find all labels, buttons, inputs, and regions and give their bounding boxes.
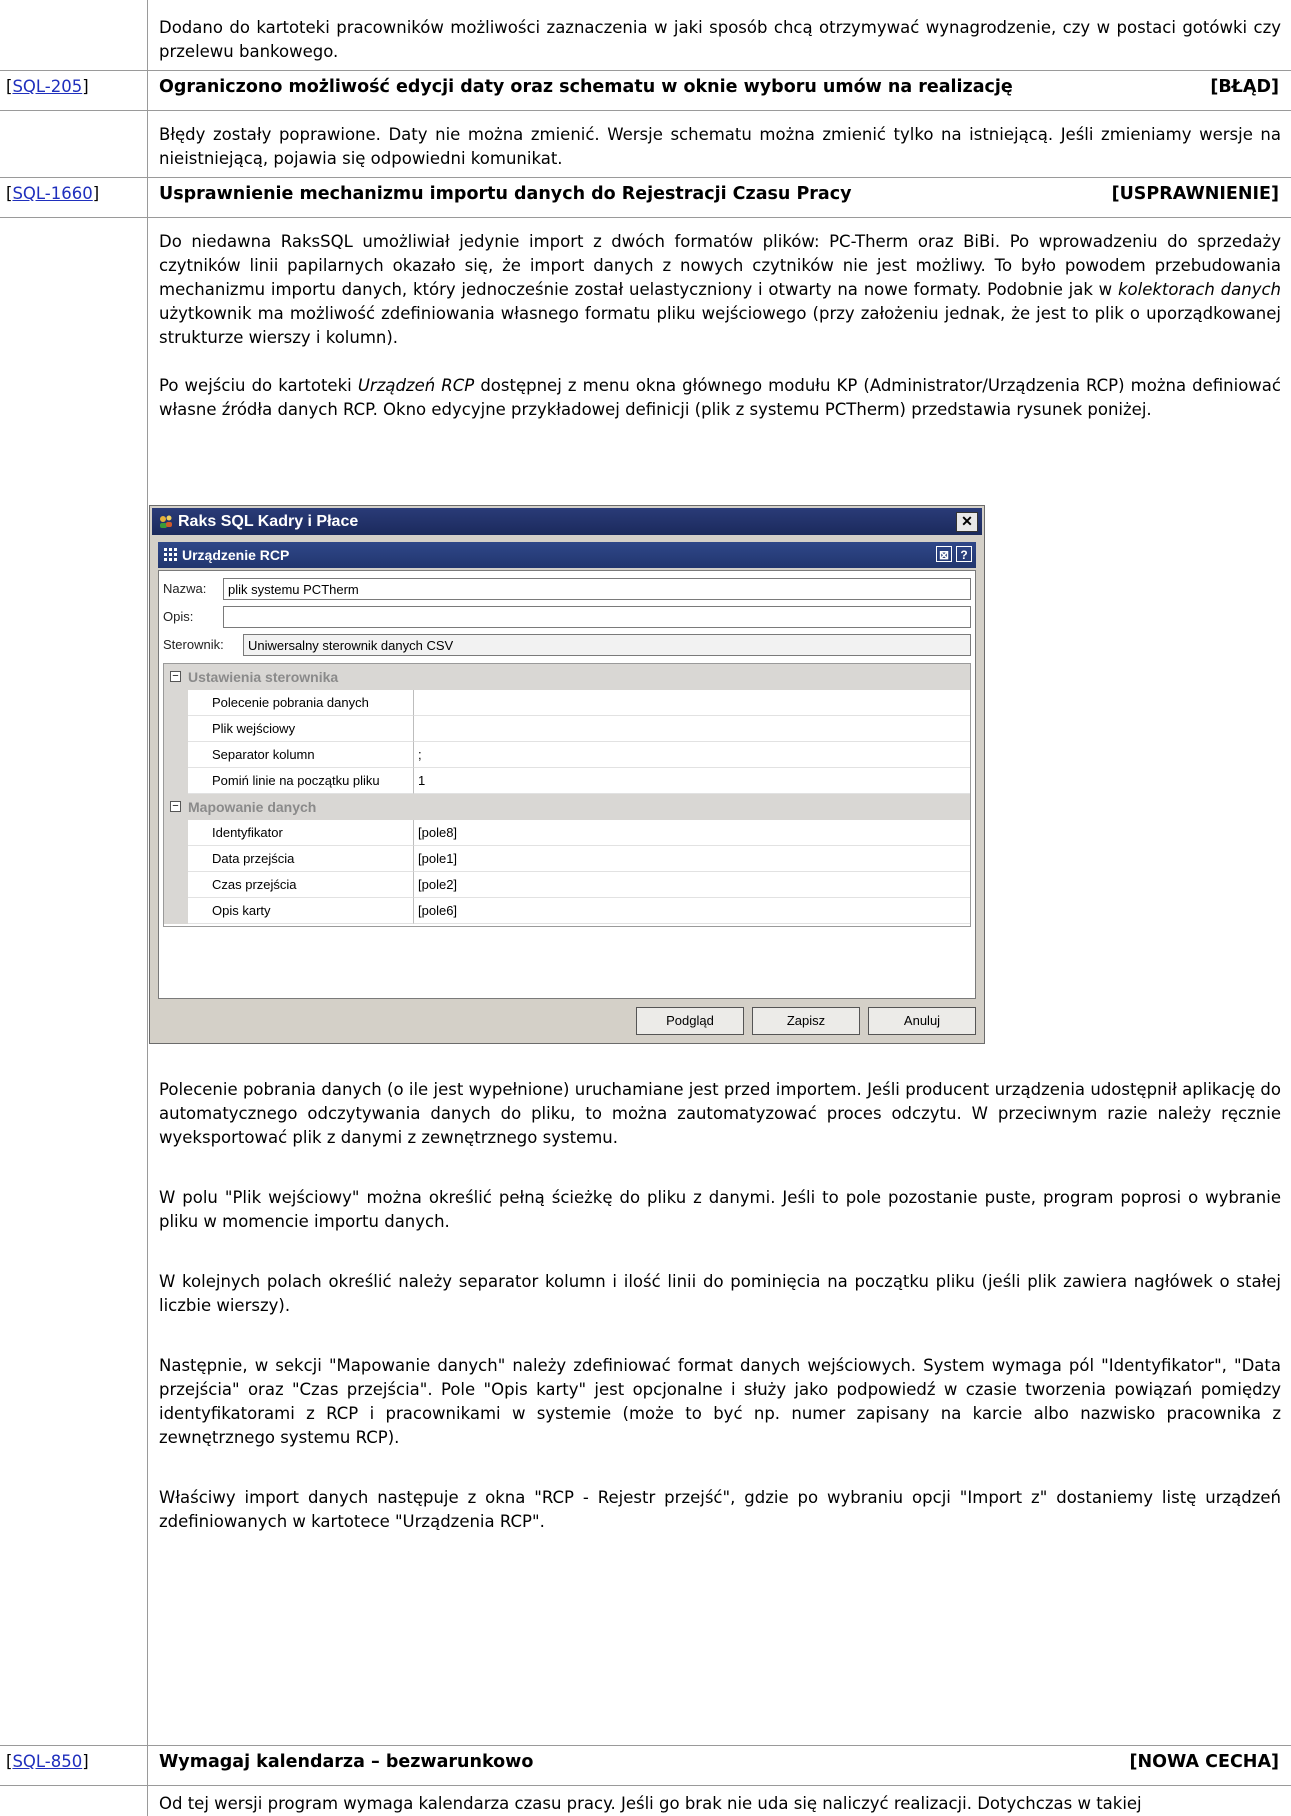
property-row[interactable]: Polecenie pobrania danych: [164, 690, 970, 716]
text-after-figure: Polecenie pobrania danych (o ile jest wy…: [159, 1078, 1281, 1534]
issue-title: Ograniczono możliwość edycji daty oraz s…: [159, 77, 1013, 97]
property-value[interactable]: [414, 690, 970, 716]
paragraph: Błędy zostały poprawione. Daty nie można…: [159, 125, 1281, 168]
id-cell-empty: [0, 111, 148, 177]
emphasis: kolektorach danych: [1117, 280, 1281, 299]
id-cell-empty: [0, 1786, 148, 1816]
property-name: Opis karty: [188, 898, 414, 924]
form-content: Nazwa: plik systemu PCTherm Opis: Sterow…: [158, 570, 976, 999]
close-icon[interactable]: ✕: [956, 512, 978, 532]
issue-id-cell: [SQL-205]: [0, 71, 148, 110]
property-row[interactable]: Data przejścia [pole1]: [164, 846, 970, 872]
paragraph: Dodano do kartoteki pracowników możliwoś…: [159, 18, 1281, 61]
property-value[interactable]: 1: [414, 768, 970, 794]
window-titlebar: Raks SQL Kadry i Płace ✕: [152, 508, 982, 535]
property-row[interactable]: Opis karty [pole6]: [164, 898, 970, 924]
grid-icon: [164, 548, 177, 561]
continuation-row: Dodano do kartoteki pracowników możliwoś…: [0, 0, 1291, 70]
property-value[interactable]: [414, 716, 970, 742]
desc-row: Opis:: [163, 605, 971, 629]
paragraph: W polu "Plik wejściowy" można określić p…: [159, 1188, 1281, 1231]
section-data-mapping[interactable]: − Mapowanie danych: [164, 794, 970, 820]
property-row[interactable]: Identyfikator [pole8]: [164, 820, 970, 846]
property-name: Identyfikator: [188, 820, 414, 846]
issue-header-row: [SQL-205] Ograniczono możliwość edycji d…: [0, 70, 1291, 110]
issue-link[interactable]: SQL-850: [12, 1752, 82, 1771]
issue-id-cell: [SQL-850]: [0, 1746, 148, 1785]
section-driver-settings[interactable]: − Ustawienia sterownika: [164, 664, 970, 690]
issue-tag: [NOWA CECHA]: [1129, 1752, 1279, 1772]
property-value[interactable]: [pole2]: [414, 872, 970, 898]
property-row[interactable]: Plik wejściowy: [164, 716, 970, 742]
form-title: Urządzenie RCP: [182, 547, 290, 563]
issue-title-cell: Wymagaj kalendarza – bezwarunkowo [NOWA …: [149, 1746, 1291, 1785]
section-title: Mapowanie danych: [188, 799, 317, 815]
help-icon[interactable]: ?: [956, 546, 972, 562]
property-value[interactable]: [pole1]: [414, 846, 970, 872]
property-value[interactable]: [pole8]: [414, 820, 970, 846]
paragraph: Po wejściu do kartoteki Urządzeń RCP dos…: [159, 374, 1281, 422]
form-titlebar: Urządzenie RCP ⊠ ?: [158, 542, 976, 568]
property-name: Pomiń linie na początku pliku: [188, 768, 414, 794]
issue-title: Wymagaj kalendarza – bezwarunkowo: [159, 1752, 534, 1772]
body-cell: Dodano do kartoteki pracowników możliwoś…: [149, 0, 1291, 70]
property-name: Plik wejściowy: [188, 716, 414, 742]
name-label: Nazwa:: [163, 581, 207, 596]
paragraph: Właściwy import danych następuje z okna …: [159, 1488, 1281, 1531]
issue-header-row: [SQL-1660] Usprawnienie mechanizmu impor…: [0, 177, 1291, 217]
driver-label: Sterownik:: [163, 637, 224, 652]
restore-icon[interactable]: ⊠: [936, 546, 952, 562]
property-row[interactable]: Czas przejścia [pole2]: [164, 872, 970, 898]
driver-row: Sterownik: Uniwersalny sterownik danych …: [163, 633, 971, 657]
cancel-button[interactable]: Anuluj: [868, 1007, 976, 1035]
id-cell-empty: [0, 218, 148, 1745]
issue-body-row: Od tej wersji program wymaga kalendarza …: [0, 1785, 1291, 1816]
id-cell-empty: [0, 0, 148, 70]
app-icon: [160, 515, 172, 528]
issue-link[interactable]: SQL-205: [12, 77, 82, 96]
window-title: Raks SQL Kadry i Płace: [178, 513, 359, 530]
property-row[interactable]: Separator kolumn;: [164, 742, 970, 768]
text-run: użytkownik ma możliwość zdefiniowania wł…: [159, 304, 1281, 347]
property-name: Separator kolumn: [188, 742, 414, 768]
issue-title-cell: Usprawnienie mechanizmu importu danych d…: [149, 178, 1291, 217]
property-name: Polecenie pobrania danych: [188, 690, 414, 716]
property-value[interactable]: [pole6]: [414, 898, 970, 924]
issue-body-cell: Błędy zostały poprawione. Daty nie można…: [149, 111, 1291, 177]
property-row[interactable]: Pomiń linie na początku pliku 1: [164, 768, 970, 794]
desc-label: Opis:: [163, 609, 194, 624]
property-value[interactable]: ;: [414, 742, 970, 768]
text-run: Do niedawna RaksSQL umożliwiał jedynie i…: [159, 232, 1281, 299]
property-name: Czas przejścia: [188, 872, 414, 898]
paragraph: Następnie, w sekcji "Mapowanie danych" n…: [159, 1356, 1281, 1447]
issue-link[interactable]: SQL-1660: [12, 184, 92, 203]
desc-field[interactable]: [223, 606, 971, 628]
collapse-icon[interactable]: −: [170, 671, 181, 682]
dialog-window: Raks SQL Kadry i Płace ✕ Urządzenie RCP …: [149, 505, 985, 1044]
property-name: Data przejścia: [188, 846, 414, 872]
paragraph: W kolejnych polach określić należy separ…: [159, 1272, 1281, 1315]
paragraph: Do niedawna RaksSQL umożliwiał jedynie i…: [159, 230, 1281, 350]
save-button[interactable]: Zapisz: [752, 1007, 860, 1035]
issue-title-cell: Ograniczono możliwość edycji daty oraz s…: [149, 71, 1291, 110]
issue-title: Usprawnienie mechanizmu importu danych d…: [159, 184, 852, 204]
property-grid: − Ustawienia sterownika Polecenie pobran…: [163, 663, 971, 927]
issue-tag: [BŁĄD]: [1210, 77, 1279, 97]
driver-field[interactable]: Uniwersalny sterownik danych CSV: [243, 634, 971, 656]
paragraph: Od tej wersji program wymaga kalendarza …: [159, 1794, 1142, 1813]
preview-button[interactable]: Podgląd: [636, 1007, 744, 1035]
issue-id-cell: [SQL-1660]: [0, 178, 148, 217]
name-field[interactable]: plik systemu PCTherm: [223, 578, 971, 600]
issue-tag: [USPRAWNIENIE]: [1111, 184, 1279, 204]
collapse-icon[interactable]: −: [170, 801, 181, 812]
paragraph: Polecenie pobrania danych (o ile jest wy…: [159, 1080, 1281, 1147]
issue-body-row: Błędy zostały poprawione. Daty nie można…: [0, 110, 1291, 177]
issue-body-cell: Od tej wersji program wymaga kalendarza …: [149, 1786, 1291, 1816]
name-row: Nazwa: plik systemu PCTherm: [163, 577, 971, 601]
emphasis: Urządzeń RCP: [357, 376, 475, 395]
section-title: Ustawienia sterownika: [188, 669, 339, 685]
text-run: Po wejściu do kartoteki: [159, 376, 358, 395]
issue-header-row: [SQL-850] Wymagaj kalendarza – bezwarunk…: [0, 1745, 1291, 1785]
